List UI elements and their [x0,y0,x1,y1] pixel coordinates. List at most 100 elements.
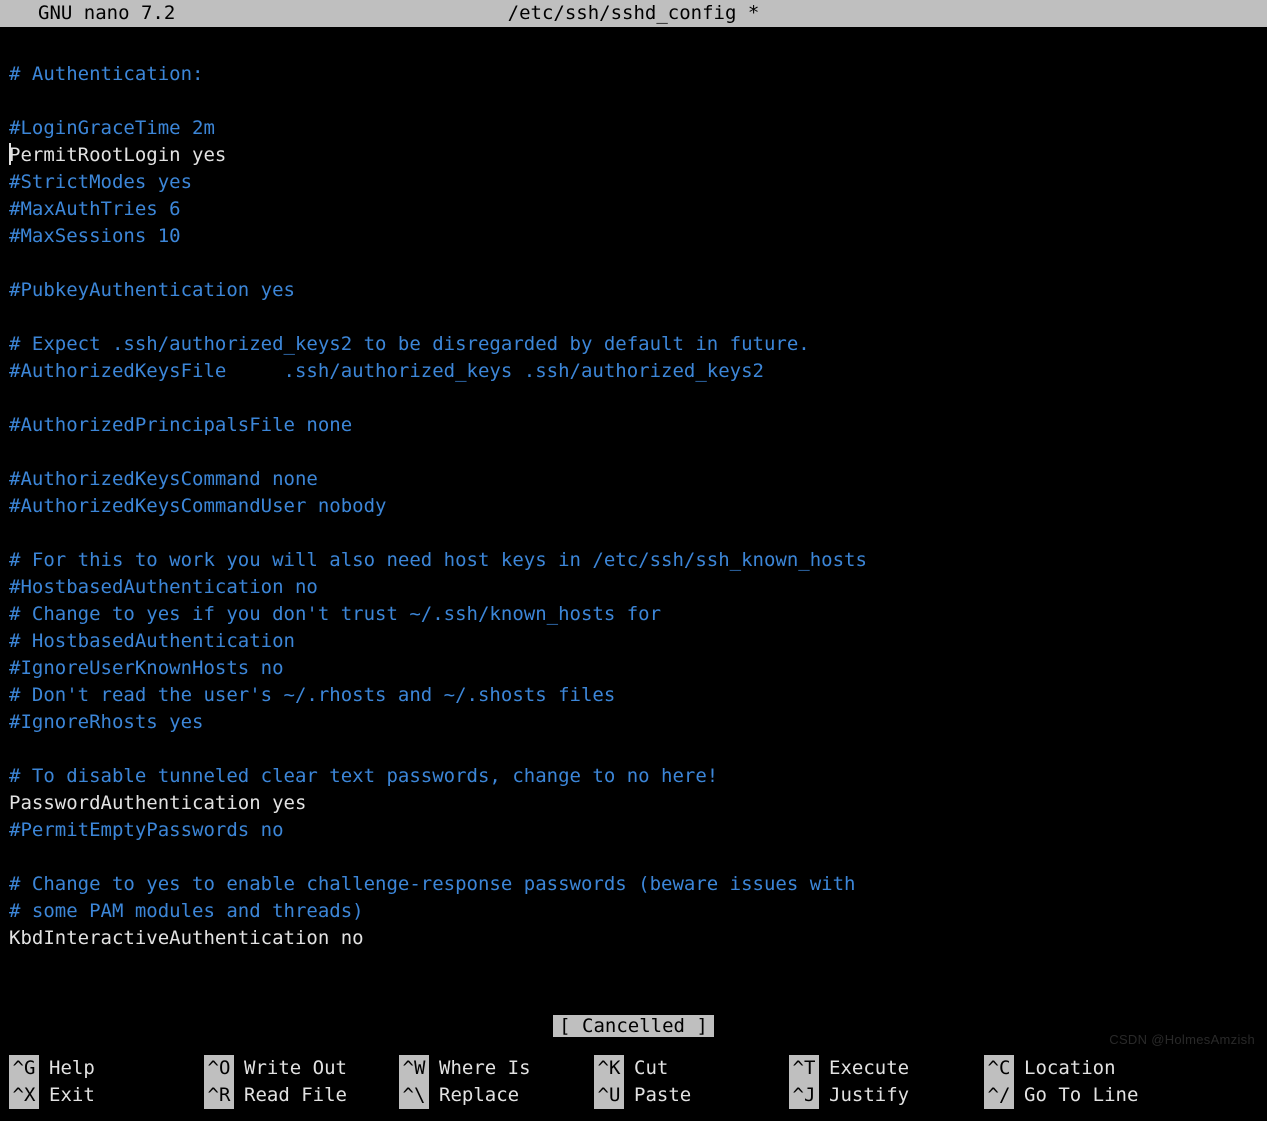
shortcut-key: ^C [984,1055,1014,1082]
status-message: [ Cancelled ] [553,1015,714,1037]
line-text: # Authentication: [9,63,203,85]
editor-line[interactable]: # Change to yes to enable challenge-resp… [9,871,1258,898]
line-text: # To disable tunneled clear text passwor… [9,765,718,787]
editor-line[interactable] [9,439,1258,466]
line-text: #PubkeyAuthentication yes [9,279,295,301]
editor-line[interactable] [9,736,1258,763]
editor-body[interactable]: # Authentication: #LoginGraceTime 2mPermi… [0,27,1267,952]
shortcut-cut[interactable]: ^K Cut [594,1055,789,1082]
shortcut-key: ^T [789,1055,819,1082]
shortcut-write-out[interactable]: ^OWrite Out [204,1055,399,1082]
editor-line[interactable]: # Expect .ssh/authorized_keys2 to be dis… [9,331,1258,358]
editor-line[interactable]: # Change to yes if you don't trust ~/.ss… [9,601,1258,628]
shortcut-help[interactable]: ^G Help [9,1055,204,1082]
line-text: #AuthorizedKeysFile .ssh/authorized_keys… [9,360,764,382]
line-text: #IgnoreUserKnownHosts no [9,657,284,679]
shortcut-key: ^X [9,1082,39,1109]
shortcut-replace[interactable]: ^\ Replace [399,1082,594,1109]
line-text: #MaxAuthTries 6 [9,198,181,220]
line-text: PermitRootLogin yes [9,144,226,166]
line-text: # some PAM modules and threads) [9,900,364,922]
shortcut-key: ^J [789,1082,819,1109]
shortcut-label: Where Is [439,1055,531,1082]
shortcut-label: Paste [634,1082,691,1109]
editor-line[interactable] [9,844,1258,871]
editor-line[interactable]: #MaxAuthTries 6 [9,196,1258,223]
line-text: # Expect .ssh/authorized_keys2 to be dis… [9,333,810,355]
shortcut-exit[interactable]: ^X Exit [9,1082,204,1109]
editor-line[interactable]: #IgnoreRhosts yes [9,709,1258,736]
title-bar: GNU nano 7.2 /etc/ssh/sshd_config * [0,0,1267,27]
shortcut-key: ^O [204,1055,234,1082]
shortcut-key: ^G [9,1055,39,1082]
shortcut-row-2: ^X Exit ^RRead File^\ Replace ^U Paste ^J Justi… [9,1082,1258,1109]
editor-line[interactable] [9,385,1258,412]
shortcut-label: Execute [829,1055,909,1082]
line-text: #IgnoreRhosts yes [9,711,203,733]
editor-line[interactable]: #HostbasedAuthentication no [9,574,1258,601]
shortcut-bar: ^G Help ^OWrite Out^W Where Is ^K Cut ^T Execut… [0,1055,1267,1121]
editor-line[interactable]: # Don't read the user's ~/.rhosts and ~/… [9,682,1258,709]
shortcut-key: ^/ [984,1082,1014,1109]
file-name: /etc/ssh/sshd_config * [0,0,1267,27]
line-text: # Change to yes to enable challenge-resp… [9,873,855,895]
editor-line[interactable]: # some PAM modules and threads) [9,898,1258,925]
editor-line[interactable]: #StrictModes yes [9,169,1258,196]
editor-line[interactable]: #AuthorizedKeysFile .ssh/authorized_keys… [9,358,1258,385]
editor-line[interactable]: #MaxSessions 10 [9,223,1258,250]
editor-line[interactable]: #AuthorizedKeysCommand none [9,466,1258,493]
shortcut-location[interactable]: ^C Location [984,1055,1179,1082]
line-text: # HostbasedAuthentication [9,630,295,652]
editor-line[interactable]: #AuthorizedKeysCommandUser nobody [9,493,1258,520]
line-text: #HostbasedAuthentication no [9,576,318,598]
editor-line[interactable]: # To disable tunneled clear text passwor… [9,763,1258,790]
line-text: #AuthorizedPrincipalsFile none [9,414,352,436]
shortcut-execute[interactable]: ^T Execute [789,1055,984,1082]
line-text: #MaxSessions 10 [9,225,181,247]
line-text: # For this to work you will also need ho… [9,549,867,571]
editor-line[interactable]: PermitRootLogin yes [9,142,1258,169]
editor-line[interactable] [9,520,1258,547]
app-name: GNU nano 7.2 [38,0,175,27]
line-text: #StrictModes yes [9,171,192,193]
editor-line[interactable]: PasswordAuthentication yes [9,790,1258,817]
shortcut-row-1: ^G Help ^OWrite Out^W Where Is ^K Cut ^T Execut… [9,1055,1258,1082]
watermark: CSDN @HolmesAmzish [1109,1026,1255,1053]
editor-line[interactable]: #LoginGraceTime 2m [9,115,1258,142]
editor-line[interactable]: # For this to work you will also need ho… [9,547,1258,574]
shortcut-key: ^U [594,1082,624,1109]
editor-line[interactable]: KbdInteractiveAuthentication no [9,925,1258,952]
shortcut-read-file[interactable]: ^RRead File [204,1082,399,1109]
editor-line[interactable] [9,34,1258,61]
shortcut-label: Cut [634,1055,668,1082]
line-text: # Don't read the user's ~/.rhosts and ~/… [9,684,615,706]
shortcut-label: Location [1024,1055,1116,1082]
shortcut-label: Help [49,1055,95,1082]
shortcut-label: Replace [439,1082,519,1109]
editor-line[interactable]: #PermitEmptyPasswords no [9,817,1258,844]
shortcut-label: Go To Line [1024,1082,1138,1109]
editor-line[interactable] [9,88,1258,115]
shortcut-key: ^W [399,1055,429,1082]
editor-line[interactable]: # HostbasedAuthentication [9,628,1258,655]
editor-line[interactable]: #PubkeyAuthentication yes [9,277,1258,304]
shortcut-label: Justify [829,1082,909,1109]
shortcut-where-is[interactable]: ^W Where Is [399,1055,594,1082]
editor-line[interactable] [9,304,1258,331]
line-text: KbdInteractiveAuthentication no [9,927,364,949]
shortcut-key: ^K [594,1055,624,1082]
shortcut-paste[interactable]: ^U Paste [594,1082,789,1109]
shortcut-label: Exit [49,1082,95,1109]
editor-line[interactable]: #AuthorizedPrincipalsFile none [9,412,1258,439]
editor-line[interactable] [9,250,1258,277]
editor-line[interactable]: #IgnoreUserKnownHosts no [9,655,1258,682]
shortcut-justify[interactable]: ^J Justify [789,1082,984,1109]
shortcut-key: ^R [204,1082,234,1109]
shortcut-key: ^\ [399,1082,429,1109]
editor-line[interactable]: # Authentication: [9,61,1258,88]
shortcut-go-to-line[interactable]: ^/ Go To Line [984,1082,1179,1109]
line-text: PasswordAuthentication yes [9,792,306,814]
line-text: #PermitEmptyPasswords no [9,819,284,841]
line-text: #AuthorizedKeysCommandUser nobody [9,495,387,517]
line-text: #AuthorizedKeysCommand none [9,468,318,490]
